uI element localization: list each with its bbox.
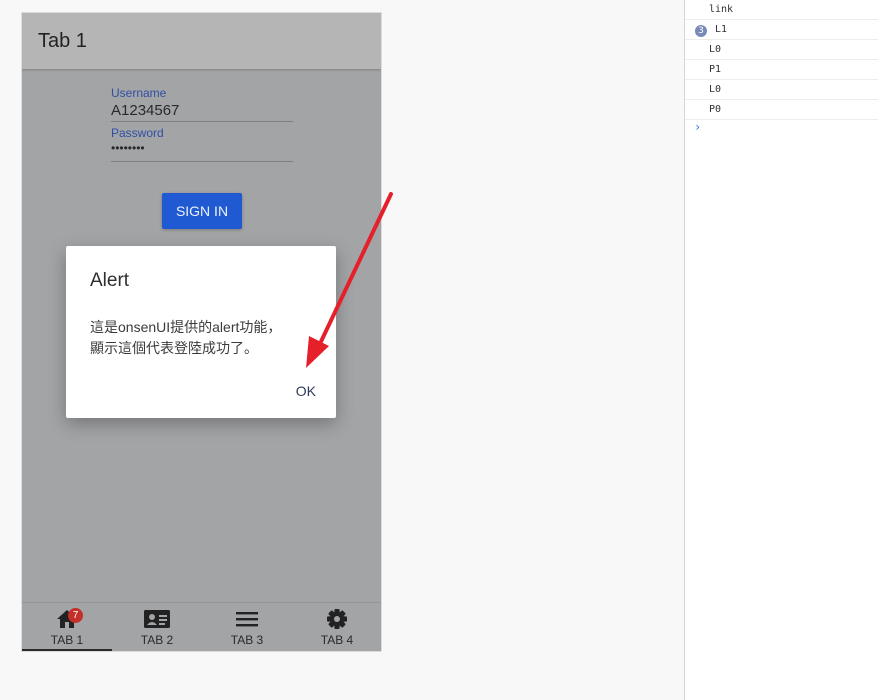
console-line: L0	[685, 40, 878, 60]
console-prompt-chevron-icon[interactable]: ›	[694, 120, 701, 134]
console-line-text: L1	[715, 24, 728, 35]
console-line-text: link	[709, 4, 734, 15]
console-line-text: L0	[709, 44, 722, 55]
repeat-count-badge: 3	[695, 25, 707, 37]
console-line: 3 L1	[685, 20, 878, 40]
console-line-text: P1	[709, 64, 722, 75]
devtools-console: link 3 L1 L0 P1 L0 P0 ›	[684, 0, 878, 700]
console-line: P1	[685, 60, 878, 80]
console-line: P0	[685, 100, 878, 120]
console-line-text: L0	[709, 84, 722, 95]
console-line: link	[685, 0, 878, 20]
console-line: L0	[685, 80, 878, 100]
console-line-text: P0	[709, 104, 722, 115]
